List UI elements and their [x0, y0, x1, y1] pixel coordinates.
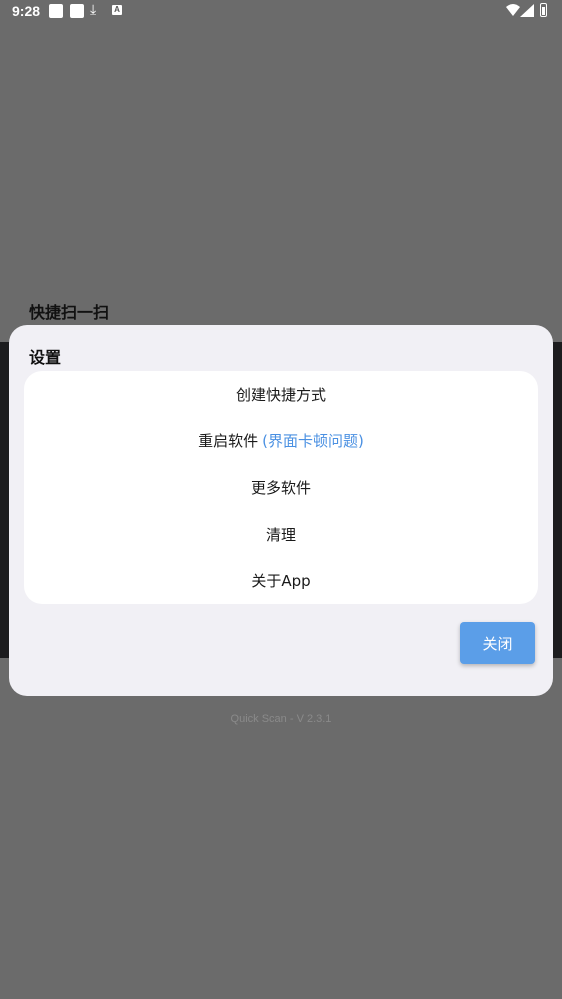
menu-item-label: 清理 [265, 525, 296, 544]
menu-item-more-apps[interactable]: 更多软件 [24, 464, 538, 511]
a-icon: A [112, 5, 122, 15]
settings-menu: 创建快捷方式 重启软件 (界面卡顿问题) 更多软件 清理 关于App [24, 371, 538, 604]
battery-icon [540, 3, 547, 17]
menu-item-label: 重启软件 [198, 432, 259, 451]
menu-item-restart[interactable]: 重启软件 (界面卡顿问题) [24, 418, 538, 465]
dialog-title: 设置 [29, 348, 62, 367]
notification-square-icon [49, 4, 63, 18]
wifi-icon [506, 4, 520, 16]
close-button[interactable]: 关闭 [460, 622, 535, 664]
menu-item-create-shortcut[interactable]: 创建快捷方式 [24, 371, 538, 418]
menu-item-hint: (界面卡顿问题) [262, 432, 364, 451]
app-title: 快捷扫一扫 [29, 303, 110, 322]
notification-square-icon [70, 4, 84, 18]
menu-item-about[interactable]: 关于App [24, 557, 538, 604]
menu-item-label: 更多软件 [250, 478, 311, 497]
signal-icon [520, 4, 534, 17]
status-time: 9:28 [12, 3, 41, 19]
menu-item-clean[interactable]: 清理 [24, 511, 538, 558]
download-icon: ⤓ [90, 2, 97, 18]
settings-dialog: 设置 创建快捷方式 重启软件 (界面卡顿问题) 更多软件 清理 关于App 关闭 [9, 325, 553, 696]
menu-item-label: 创建快捷方式 [235, 385, 326, 404]
status-bar: 9:28 ⤓ A [0, 0, 562, 24]
menu-item-label: 关于App [251, 572, 311, 591]
version-label: Quick Scan - V 2.3.1 [230, 713, 332, 725]
